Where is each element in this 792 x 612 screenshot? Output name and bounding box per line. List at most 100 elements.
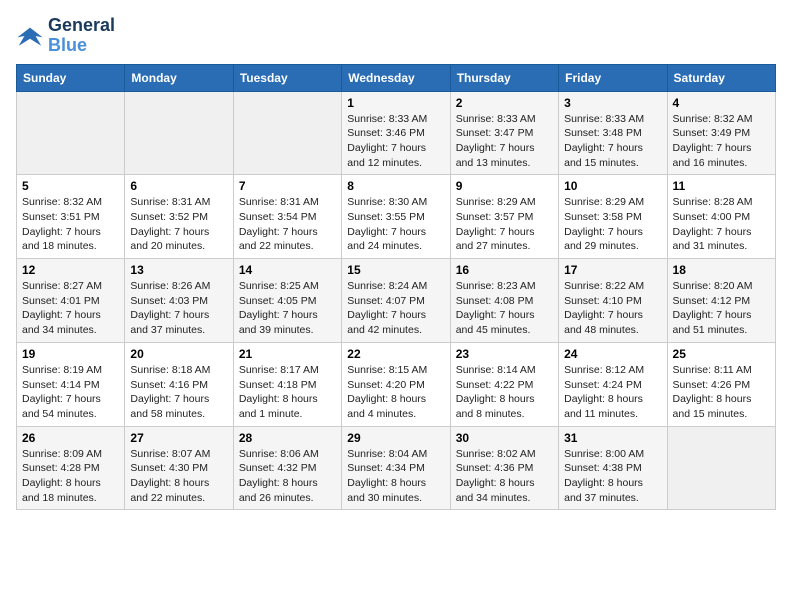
header-thursday: Thursday: [450, 64, 558, 91]
day-info: Sunrise: 8:27 AM Sunset: 4:01 PM Dayligh…: [22, 279, 119, 338]
logo-text: General Blue: [48, 16, 115, 56]
day-number: 9: [456, 179, 553, 193]
day-cell: 18 Sunrise: 8:20 AM Sunset: 4:12 PM Dayli…: [667, 259, 775, 343]
week-row-3: 19 Sunrise: 8:19 AM Sunset: 4:14 PM Dayli…: [17, 342, 776, 426]
day-cell: 20 Sunrise: 8:18 AM Sunset: 4:16 PM Dayli…: [125, 342, 233, 426]
day-cell: 26Sunrise: 8:09 AM Sunset: 4:28 PM Dayli…: [17, 426, 125, 510]
day-info: Sunrise: 8:31 AM Sunset: 3:52 PM Dayligh…: [130, 195, 227, 254]
day-cell: 25 Sunrise: 8:11 AM Sunset: 4:26 PM Dayli…: [667, 342, 775, 426]
day-info: Sunrise: 8:33 AM Sunset: 3:48 PM Dayligh…: [564, 112, 661, 171]
day-info: Sunrise: 8:11 AM Sunset: 4:26 PM Dayligh…: [673, 363, 770, 422]
day-cell: 10Sunrise: 8:29 AM Sunset: 3:58 PM Dayli…: [559, 175, 667, 259]
day-number: 15: [347, 263, 444, 277]
page-header: General Blue: [16, 16, 776, 56]
day-number: 17: [564, 263, 661, 277]
day-number: 29: [347, 431, 444, 445]
day-cell: 31Sunrise: 8:00 AM Sunset: 4:38 PM Dayli…: [559, 426, 667, 510]
day-info: Sunrise: 8:29 AM Sunset: 3:57 PM Dayligh…: [456, 195, 553, 254]
day-number: 3: [564, 96, 661, 110]
day-cell: 4Sunrise: 8:32 AM Sunset: 3:49 PM Daylig…: [667, 91, 775, 175]
day-cell: 21 Sunrise: 8:17 AM Sunset: 4:18 PM Dayli…: [233, 342, 341, 426]
day-info: Sunrise: 8:23 AM Sunset: 4:08 PM Dayligh…: [456, 279, 553, 338]
day-number: 20: [130, 347, 227, 361]
day-info: Sunrise: 8:17 AM Sunset: 4:18 PM Dayligh…: [239, 363, 336, 422]
day-cell: 14 Sunrise: 8:25 AM Sunset: 4:05 PM Dayli…: [233, 259, 341, 343]
day-number: 6: [130, 179, 227, 193]
day-info: Sunrise: 8:02 AM Sunset: 4:36 PM Dayligh…: [456, 447, 553, 506]
week-row-4: 26Sunrise: 8:09 AM Sunset: 4:28 PM Dayli…: [17, 426, 776, 510]
day-info: Sunrise: 8:04 AM Sunset: 4:34 PM Dayligh…: [347, 447, 444, 506]
day-info: Sunrise: 8:33 AM Sunset: 3:47 PM Dayligh…: [456, 112, 553, 171]
day-info: Sunrise: 8:18 AM Sunset: 4:16 PM Dayligh…: [130, 363, 227, 422]
calendar-table: SundayMondayTuesdayWednesdayThursdayFrid…: [16, 64, 776, 511]
day-cell: 5 Sunrise: 8:32 AM Sunset: 3:51 PM Daylig…: [17, 175, 125, 259]
day-number: 23: [456, 347, 553, 361]
day-info: Sunrise: 8:31 AM Sunset: 3:54 PM Dayligh…: [239, 195, 336, 254]
day-number: 12: [22, 263, 119, 277]
day-number: 27: [130, 431, 227, 445]
header-saturday: Saturday: [667, 64, 775, 91]
header-monday: Monday: [125, 64, 233, 91]
day-cell: 17 Sunrise: 8:22 AM Sunset: 4:10 PM Dayli…: [559, 259, 667, 343]
day-info: Sunrise: 8:22 AM Sunset: 4:10 PM Dayligh…: [564, 279, 661, 338]
header-friday: Friday: [559, 64, 667, 91]
day-number: 16: [456, 263, 553, 277]
day-cell: 15 Sunrise: 8:24 AM Sunset: 4:07 PM Dayli…: [342, 259, 450, 343]
day-info: Sunrise: 8:06 AM Sunset: 4:32 PM Dayligh…: [239, 447, 336, 506]
day-cell: 3 Sunrise: 8:33 AM Sunset: 3:48 PM Daylig…: [559, 91, 667, 175]
day-cell: 8 Sunrise: 8:30 AM Sunset: 3:55 PM Daylig…: [342, 175, 450, 259]
header-row: SundayMondayTuesdayWednesdayThursdayFrid…: [17, 64, 776, 91]
day-cell: 30 Sunrise: 8:02 AM Sunset: 4:36 PM Dayli…: [450, 426, 558, 510]
day-cell: 1 Sunrise: 8:33 AM Sunset: 3:46 PM Daylig…: [342, 91, 450, 175]
day-info: Sunrise: 8:30 AM Sunset: 3:55 PM Dayligh…: [347, 195, 444, 254]
day-number: 10: [564, 179, 661, 193]
day-number: 13: [130, 263, 227, 277]
day-cell: 22 Sunrise: 8:15 AM Sunset: 4:20 PM Dayli…: [342, 342, 450, 426]
day-cell: [667, 426, 775, 510]
day-cell: 7 Sunrise: 8:31 AM Sunset: 3:54 PM Daylig…: [233, 175, 341, 259]
day-cell: [233, 91, 341, 175]
day-info: Sunrise: 8:25 AM Sunset: 4:05 PM Dayligh…: [239, 279, 336, 338]
day-number: 5: [22, 179, 119, 193]
day-number: 19: [22, 347, 119, 361]
day-number: 8: [347, 179, 444, 193]
week-row-1: 5 Sunrise: 8:32 AM Sunset: 3:51 PM Daylig…: [17, 175, 776, 259]
day-cell: 6 Sunrise: 8:31 AM Sunset: 3:52 PM Daylig…: [125, 175, 233, 259]
header-sunday: Sunday: [17, 64, 125, 91]
day-number: 7: [239, 179, 336, 193]
day-info: Sunrise: 8:20 AM Sunset: 4:12 PM Dayligh…: [673, 279, 770, 338]
day-number: 22: [347, 347, 444, 361]
day-cell: 12 Sunrise: 8:27 AM Sunset: 4:01 PM Dayli…: [17, 259, 125, 343]
day-info: Sunrise: 8:00 AM Sunset: 4:38 PM Dayligh…: [564, 447, 661, 506]
day-number: 21: [239, 347, 336, 361]
day-info: Sunrise: 8:15 AM Sunset: 4:20 PM Dayligh…: [347, 363, 444, 422]
day-number: 25: [673, 347, 770, 361]
day-number: 30: [456, 431, 553, 445]
day-cell: 19 Sunrise: 8:19 AM Sunset: 4:14 PM Dayli…: [17, 342, 125, 426]
day-cell: 13Sunrise: 8:26 AM Sunset: 4:03 PM Dayli…: [125, 259, 233, 343]
day-cell: 11Sunrise: 8:28 AM Sunset: 4:00 PM Dayli…: [667, 175, 775, 259]
week-row-2: 12 Sunrise: 8:27 AM Sunset: 4:01 PM Dayli…: [17, 259, 776, 343]
day-info: Sunrise: 8:19 AM Sunset: 4:14 PM Dayligh…: [22, 363, 119, 422]
day-number: 28: [239, 431, 336, 445]
day-number: 18: [673, 263, 770, 277]
day-number: 14: [239, 263, 336, 277]
day-info: Sunrise: 8:32 AM Sunset: 3:51 PM Dayligh…: [22, 195, 119, 254]
day-cell: [17, 91, 125, 175]
day-number: 24: [564, 347, 661, 361]
day-info: Sunrise: 8:09 AM Sunset: 4:28 PM Dayligh…: [22, 447, 119, 506]
day-cell: 9 Sunrise: 8:29 AM Sunset: 3:57 PM Daylig…: [450, 175, 558, 259]
day-cell: 28 Sunrise: 8:06 AM Sunset: 4:32 PM Dayli…: [233, 426, 341, 510]
day-number: 4: [673, 96, 770, 110]
day-cell: 23Sunrise: 8:14 AM Sunset: 4:22 PM Dayli…: [450, 342, 558, 426]
day-info: Sunrise: 8:33 AM Sunset: 3:46 PM Dayligh…: [347, 112, 444, 171]
day-cell: 29 Sunrise: 8:04 AM Sunset: 4:34 PM Dayli…: [342, 426, 450, 510]
day-cell: [125, 91, 233, 175]
week-row-0: 1 Sunrise: 8:33 AM Sunset: 3:46 PM Daylig…: [17, 91, 776, 175]
day-info: Sunrise: 8:24 AM Sunset: 4:07 PM Dayligh…: [347, 279, 444, 338]
day-cell: 27Sunrise: 8:07 AM Sunset: 4:30 PM Dayli…: [125, 426, 233, 510]
day-number: 1: [347, 96, 444, 110]
day-cell: 24Sunrise: 8:12 AM Sunset: 4:24 PM Dayli…: [559, 342, 667, 426]
day-cell: 2Sunrise: 8:33 AM Sunset: 3:47 PM Daylig…: [450, 91, 558, 175]
logo: General Blue: [16, 16, 115, 56]
